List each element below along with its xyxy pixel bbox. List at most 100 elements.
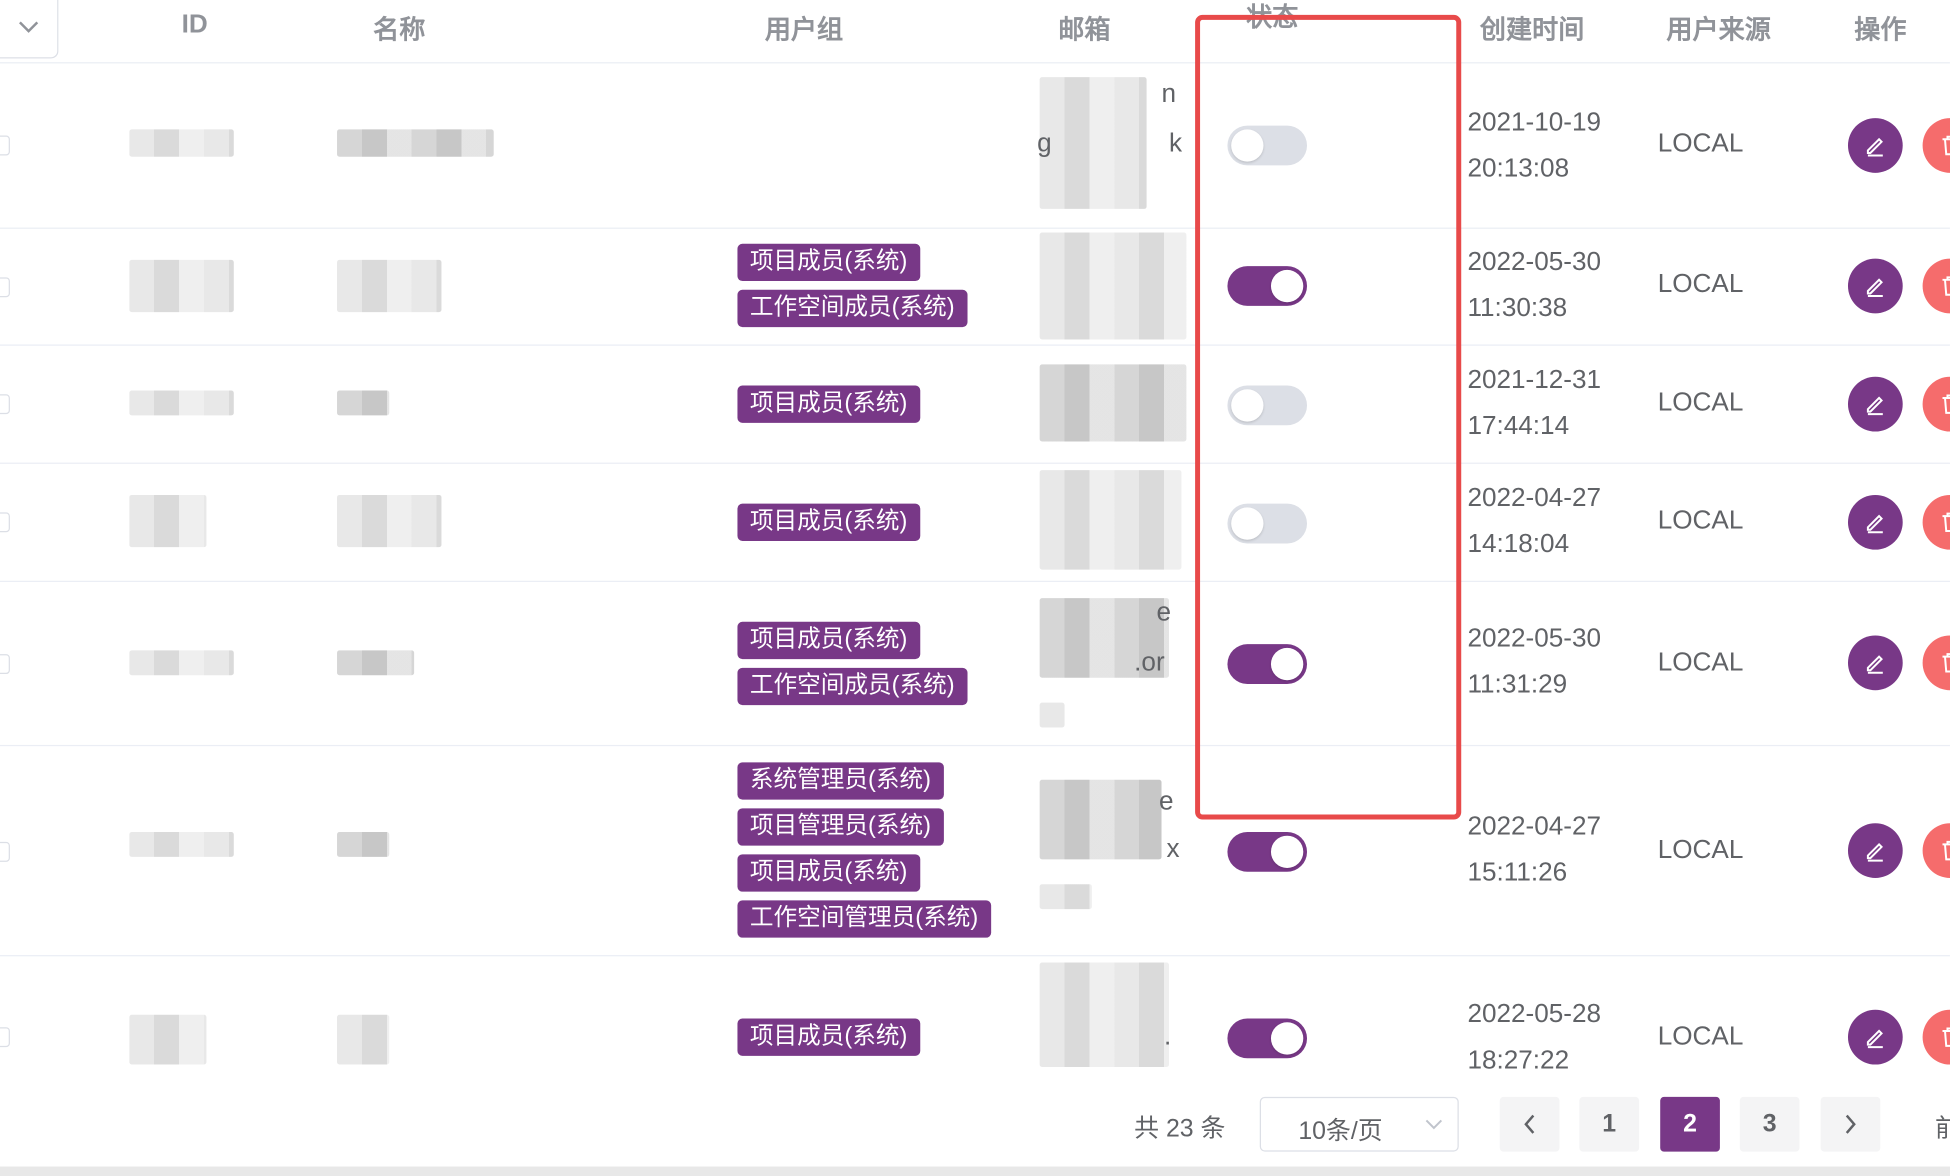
page-size-value: 10条/页 <box>1298 1117 1383 1146</box>
redacted-id <box>129 494 207 548</box>
redacted-email <box>1039 779 1162 860</box>
user-group-tag: 项目成员(系统) <box>737 243 920 282</box>
row-checkbox[interactable] <box>0 135 10 156</box>
redacted-id <box>129 390 234 416</box>
edit-button[interactable] <box>1847 376 1903 432</box>
trash-icon <box>1942 1027 1950 1047</box>
redacted-email <box>1039 702 1065 728</box>
user-source: LOCAL <box>1657 835 1744 865</box>
table-row: 项目成员(系统) 2022-04-27 14:18:04 LOCAL <box>0 463 1950 583</box>
redacted-id <box>129 129 234 157</box>
edit-button[interactable] <box>1847 635 1903 691</box>
delete-button[interactable] <box>1922 258 1950 314</box>
page-size-select[interactable]: 10条/页 <box>1259 1096 1459 1152</box>
status-toggle[interactable] <box>1227 385 1308 426</box>
page-button-1[interactable]: 1 <box>1579 1096 1640 1152</box>
chevron-down-icon <box>1425 1119 1443 1130</box>
row-checkbox[interactable] <box>0 277 10 298</box>
column-header-user-group: 用户组 <box>764 16 844 45</box>
redacted-email <box>1039 232 1187 340</box>
created-time: 15:11:26 <box>1467 858 1568 887</box>
page-button-3[interactable]: 3 <box>1739 1096 1800 1152</box>
column-filter-dropdown[interactable] <box>0 0 59 59</box>
created-time: 17:44:14 <box>1467 411 1570 441</box>
status-toggle[interactable] <box>1227 503 1308 544</box>
redacted-email <box>1039 364 1187 442</box>
created-date: 2022-04-27 <box>1467 812 1602 841</box>
delete-button[interactable] <box>1922 376 1950 432</box>
created-date: 2022-05-28 <box>1467 999 1602 1029</box>
redacted-id <box>129 831 234 857</box>
table-row: 项目成员(系统) . 2022-05-28 18:27:22 LOCAL <box>0 955 1950 1074</box>
user-source: LOCAL <box>1657 388 1744 417</box>
edit-button[interactable] <box>1847 1009 1903 1065</box>
user-source: LOCAL <box>1657 129 1744 158</box>
redacted-email <box>1039 77 1147 209</box>
redacted-name <box>337 390 390 416</box>
pencil-icon <box>1866 1029 1883 1049</box>
created-time: 20:13:08 <box>1467 154 1570 183</box>
delete-button[interactable] <box>1922 494 1950 550</box>
page-button-2[interactable]: 2 <box>1660 1096 1720 1152</box>
chevron-left-icon <box>1524 1114 1535 1134</box>
bottom-edge <box>0 1166 1950 1176</box>
user-source: LOCAL <box>1657 647 1744 677</box>
trash-icon <box>1942 512 1950 533</box>
column-header-id[interactable]: ID <box>182 10 208 40</box>
delete-button[interactable] <box>1922 635 1950 691</box>
status-toggle[interactable] <box>1227 266 1308 306</box>
redacted-id <box>129 1014 207 1065</box>
user-group-tag: 项目成员(系统) <box>737 385 920 423</box>
redacted-name <box>337 650 415 676</box>
redacted-name <box>337 259 442 313</box>
email-fragment: .or <box>1134 647 1165 677</box>
redacted-name <box>337 494 442 548</box>
pencil-icon <box>1866 278 1883 297</box>
column-header-name[interactable]: 名称 <box>373 10 425 47</box>
row-checkbox[interactable] <box>0 512 10 533</box>
column-header-created[interactable]: 创建时间 <box>1480 10 1584 47</box>
redacted-name <box>337 831 390 857</box>
row-checkbox[interactable] <box>0 841 10 862</box>
status-toggle[interactable] <box>1227 644 1308 684</box>
delete-button[interactable] <box>1922 1009 1950 1065</box>
user-source: LOCAL <box>1657 506 1744 535</box>
table-header: ID 名称 用户组 邮箱 状态 创建时间 用户来源 操作 <box>0 0 1950 64</box>
status-toggle[interactable] <box>1227 831 1308 872</box>
delete-button[interactable] <box>1922 823 1950 878</box>
row-checkbox[interactable] <box>0 654 10 675</box>
user-group-tag: 工作空间管理员(系统) <box>737 900 991 938</box>
row-checkbox[interactable] <box>0 1027 10 1048</box>
status-toggle[interactable] <box>1227 125 1308 166</box>
column-header-actions: 操作 <box>1854 16 1907 45</box>
user-group-tag: 项目成员(系统) <box>737 621 920 660</box>
prev-page-button[interactable] <box>1499 1096 1560 1152</box>
user-group-tag: 工作空间成员(系统) <box>737 667 968 706</box>
user-group-tag: 项目成员(系统) <box>737 1018 920 1056</box>
table-row: 系统管理员(系统) 项目管理员(系统) 项目成员(系统) 工作空间管理员(系统)… <box>0 745 1950 957</box>
trash-icon <box>1942 135 1950 156</box>
next-page-button[interactable] <box>1820 1096 1881 1152</box>
pagination-bar: 共 23 条 10条/页 1 2 3 前 <box>0 1071 1950 1176</box>
edit-button[interactable] <box>1847 494 1903 550</box>
table-row: 项目成员(系统) 工作空间成员(系统) e .or 2022-05-30 11:… <box>0 581 1950 747</box>
created-date: 2022-05-30 <box>1467 624 1602 653</box>
redacted-name <box>337 129 494 157</box>
user-group-tag: 项目成员(系统) <box>737 503 920 541</box>
edit-button[interactable] <box>1847 823 1903 878</box>
email-fragment: g <box>1037 129 1052 158</box>
edit-button[interactable] <box>1847 258 1903 314</box>
status-toggle[interactable] <box>1227 1018 1308 1059</box>
delete-button[interactable] <box>1922 118 1950 173</box>
row-checkbox[interactable] <box>0 394 10 415</box>
trash-icon <box>1942 394 1950 414</box>
email-fragment: e <box>1156 598 1172 627</box>
edit-button[interactable] <box>1847 118 1903 173</box>
user-group-tag: 项目成员(系统) <box>737 854 920 892</box>
pencil-icon <box>1866 655 1883 674</box>
pencil-icon <box>1866 137 1883 157</box>
user-group-tag: 系统管理员(系统) <box>737 762 944 800</box>
pencil-icon <box>1866 514 1883 534</box>
total-count: 共 23 条 <box>1134 1115 1226 1143</box>
trash-icon <box>1942 276 1950 296</box>
